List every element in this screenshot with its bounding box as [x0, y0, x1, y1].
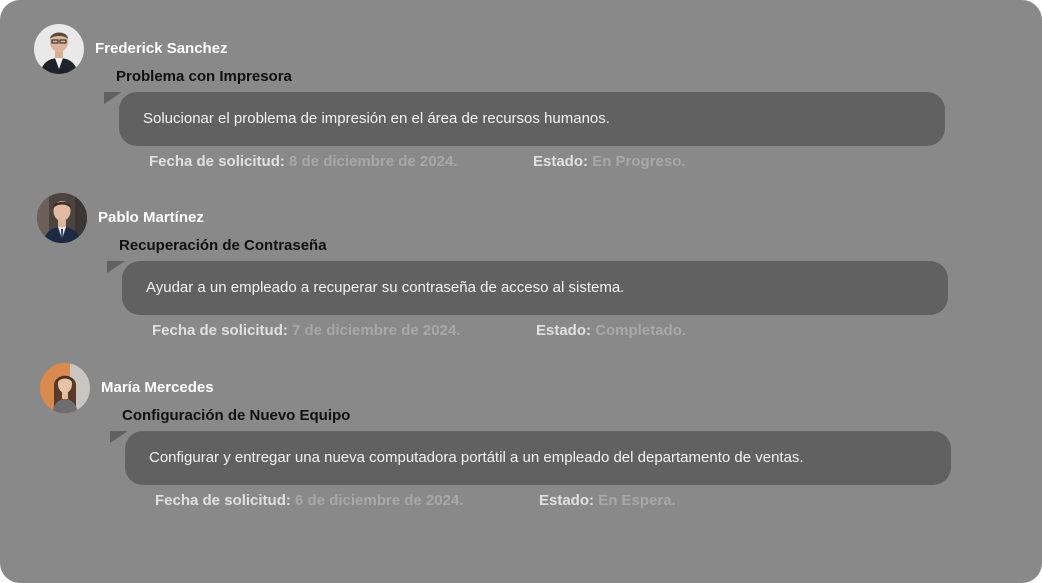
request-date: Fecha de solicitud: 7 de diciembre de 20… [152, 322, 460, 339]
ticket-item[interactable]: Pablo Martínez Recuperación de Contraseñ… [37, 193, 967, 353]
ticket-status: Estado: Completado. [536, 322, 686, 339]
ticket-title: Recuperación de Contraseña [119, 237, 327, 254]
status-value: En Espera. [598, 492, 676, 509]
avatar [34, 24, 84, 74]
request-date-label: Fecha de solicitud: [152, 322, 288, 339]
status-value: En Progreso. [592, 153, 686, 170]
bubble-tail [110, 431, 128, 443]
request-date-label: Fecha de solicitud: [155, 492, 291, 509]
avatar [40, 363, 90, 413]
user-name: María Mercedes [101, 379, 214, 396]
ticket-title: Configuración de Nuevo Equipo [122, 407, 351, 424]
request-date: Fecha de solicitud: 8 de diciembre de 20… [149, 153, 457, 170]
user-name: Pablo Martínez [98, 209, 204, 226]
ticket-description: Solucionar el problema de impresión en e… [119, 92, 945, 146]
ticket-description: Configurar y entregar una nueva computad… [125, 431, 951, 485]
ticket-item[interactable]: María Mercedes Configuración de Nuevo Eq… [40, 363, 970, 523]
status-label: Estado: [533, 153, 589, 170]
status-label: Estado: [536, 322, 592, 339]
status-label: Estado: [539, 492, 595, 509]
status-value: Completado. [595, 322, 687, 339]
bubble-tail [107, 261, 125, 273]
request-date-value: 6 de diciembre de 2024. [295, 492, 464, 509]
ticket-status: Estado: En Progreso. [533, 153, 686, 170]
ticket-panel: Frederick Sanchez Problema con Impresora… [0, 0, 1042, 583]
request-date: Fecha de solicitud: 6 de diciembre de 20… [155, 492, 463, 509]
user-name: Frederick Sanchez [95, 40, 228, 57]
request-date-value: 7 de diciembre de 2024. [292, 322, 461, 339]
avatar [37, 193, 87, 243]
ticket-item[interactable]: Frederick Sanchez Problema con Impresora… [34, 24, 964, 184]
ticket-title: Problema con Impresora [116, 68, 292, 85]
ticket-description: Ayudar a un empleado a recuperar su cont… [122, 261, 948, 315]
request-date-value: 8 de diciembre de 2024. [289, 153, 458, 170]
ticket-status: Estado: En Espera. [539, 492, 676, 509]
request-date-label: Fecha de solicitud: [149, 153, 285, 170]
bubble-tail [104, 92, 122, 104]
